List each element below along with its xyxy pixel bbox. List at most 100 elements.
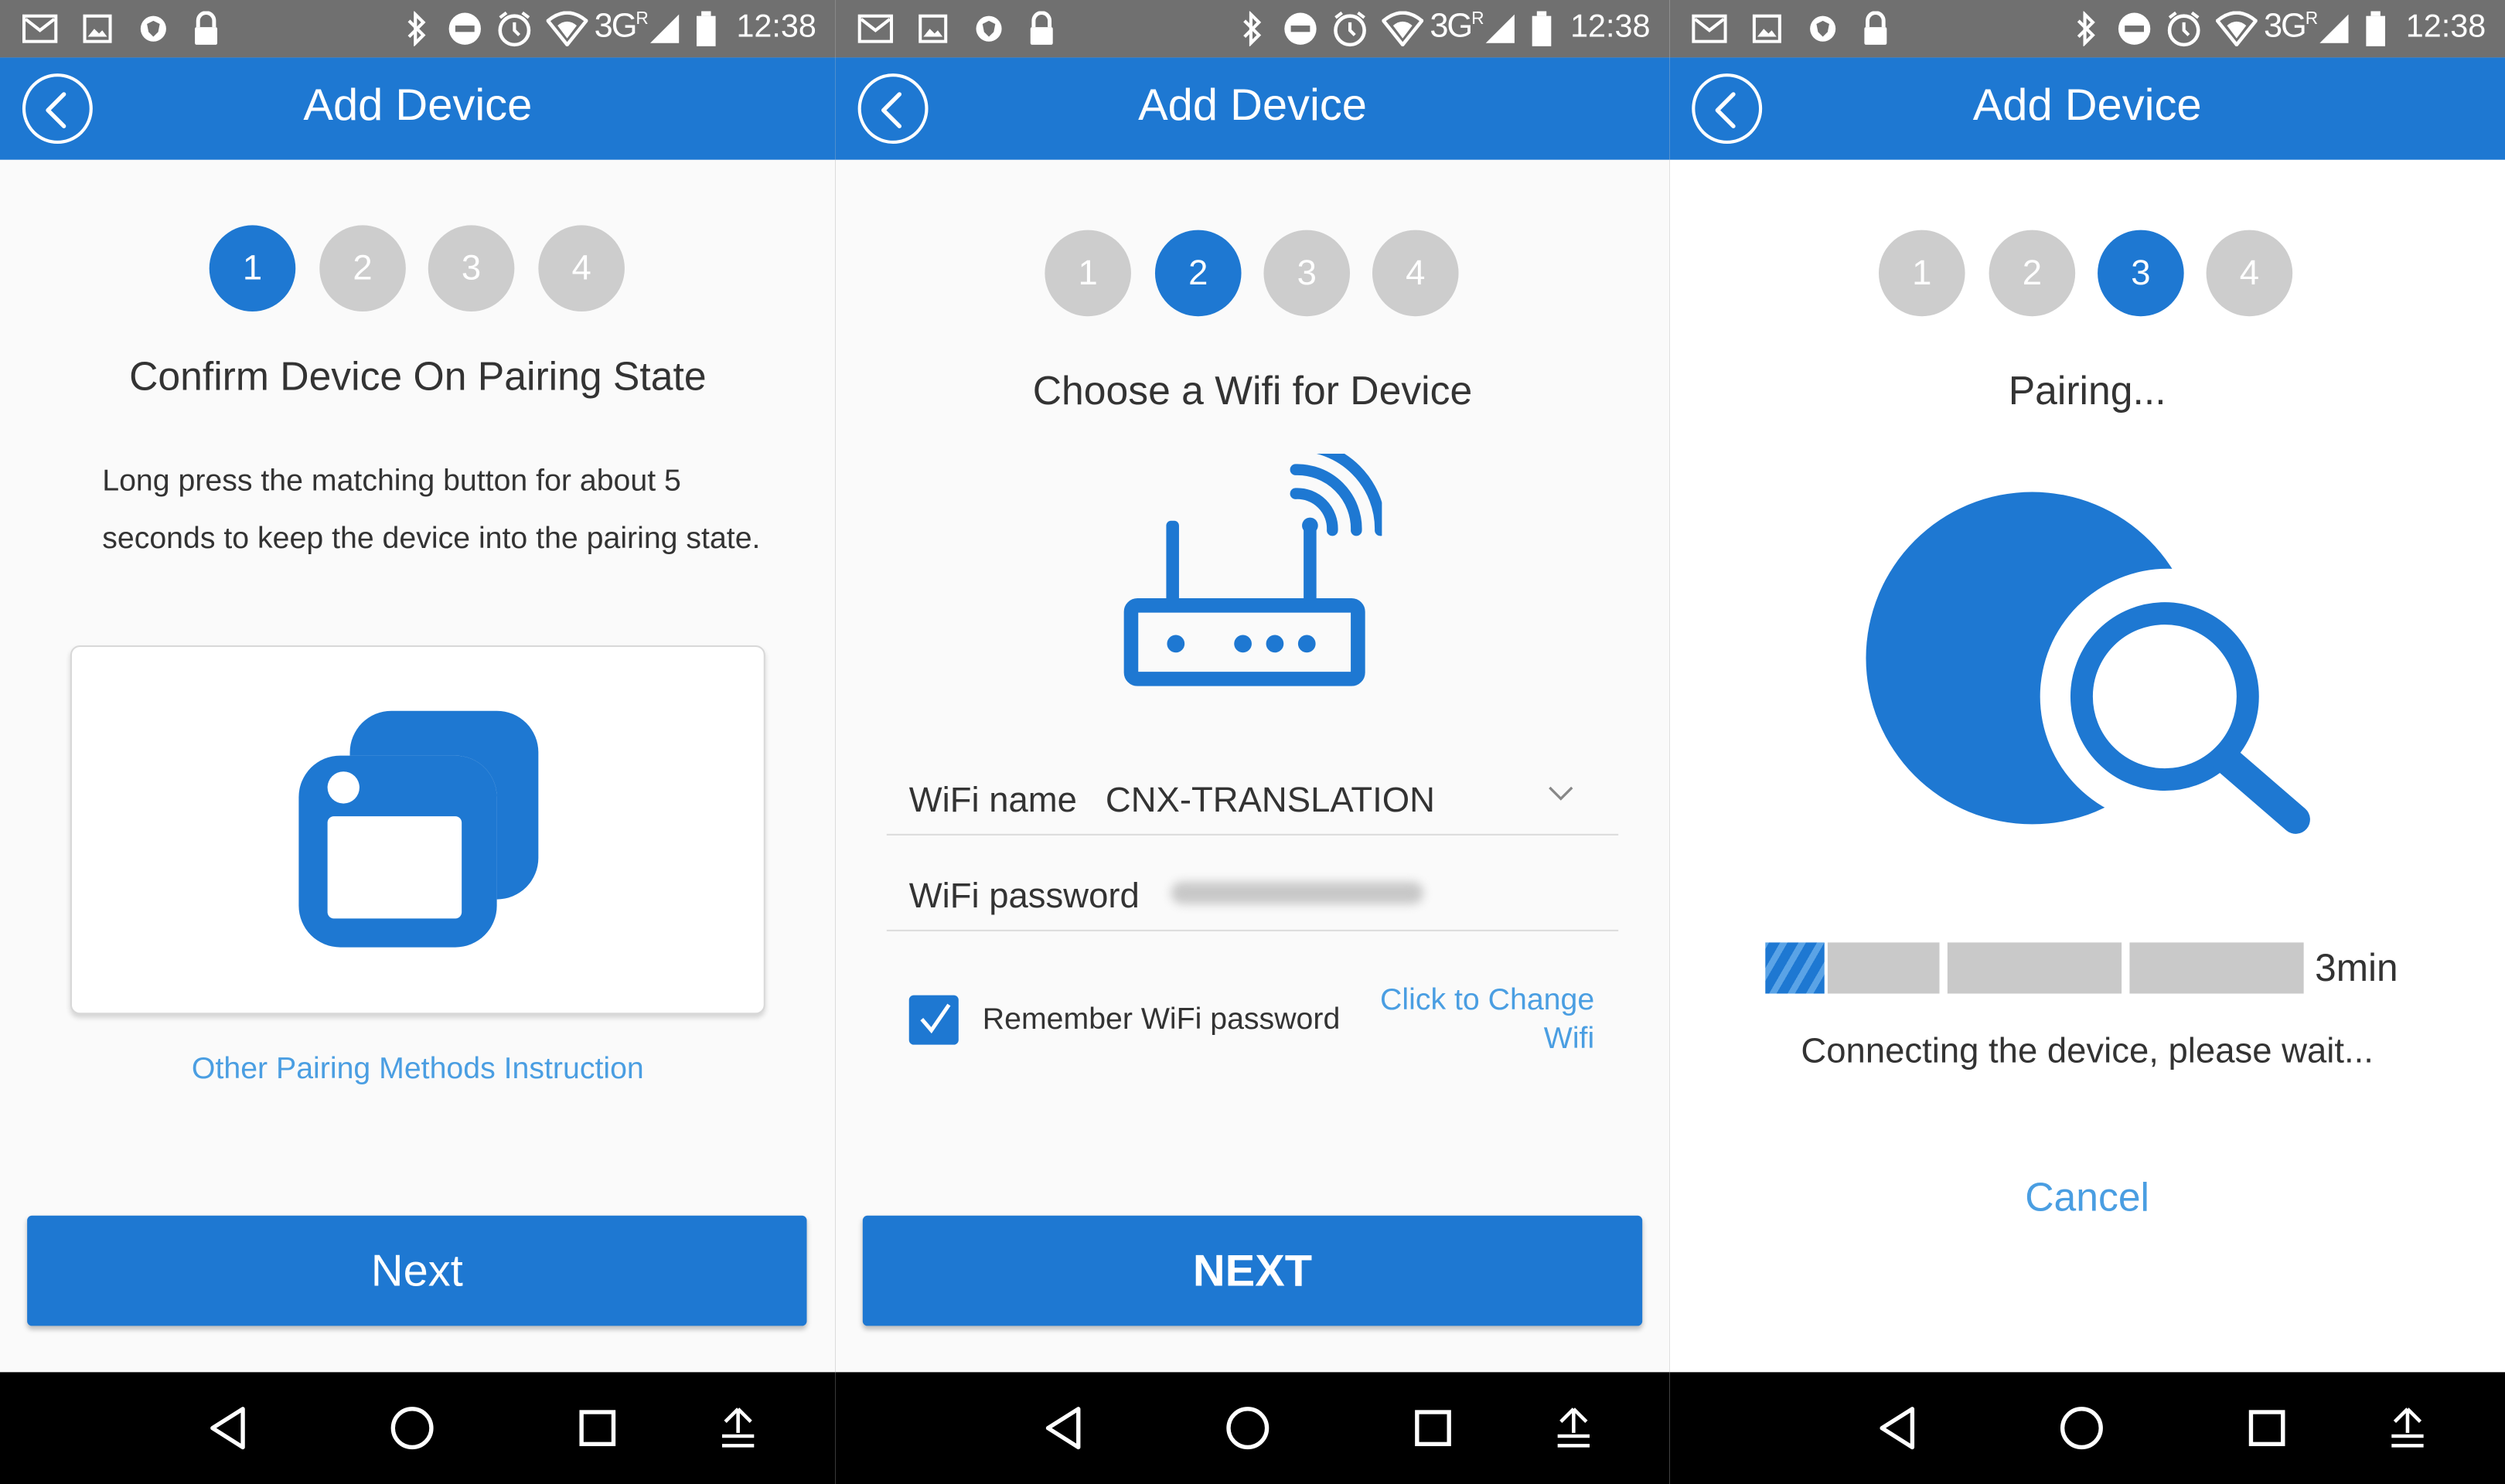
recents-nav-icon[interactable] (577, 1404, 619, 1452)
masked-password (1171, 881, 1424, 904)
signal-icon (649, 11, 680, 46)
screen-pairing: 3GR 12:38 Add Device 1 2 3 4 Pairing... (1669, 0, 2505, 1484)
bluetooth-icon (2075, 11, 2098, 46)
app-bar: Add Device (835, 57, 1670, 160)
back-nav-icon[interactable] (1043, 1404, 1085, 1452)
step-4: 4 (1372, 230, 1459, 317)
upload-nav-icon[interactable] (717, 1404, 759, 1452)
back-nav-icon[interactable] (1877, 1404, 1919, 1452)
cancel-button[interactable]: Cancel (1669, 1176, 2505, 1222)
battery-icon (2366, 11, 2386, 46)
chevron-down-icon[interactable] (1548, 786, 1573, 802)
other-pairing-methods-link[interactable]: Other Pairing Methods Instruction (0, 1053, 836, 1087)
status-bar: 3GR 12:38 (1669, 0, 2505, 58)
battery-icon (1532, 11, 1552, 46)
device-illustration-card (70, 645, 765, 1015)
step-3: 3 (2098, 230, 2184, 317)
router-icon (1123, 453, 1382, 686)
step-indicator: 1 2 3 4 (1669, 230, 2505, 320)
gallery-icon (918, 11, 948, 46)
change-wifi-link[interactable]: Click to Change Wifi (1339, 982, 1594, 1059)
step-2: 2 (1989, 230, 2076, 317)
back-nav-icon[interactable] (208, 1404, 250, 1452)
step-1: 1 (1045, 230, 1131, 317)
battery-icon (696, 11, 716, 46)
home-nav-icon[interactable] (2057, 1404, 2105, 1452)
device-app-icon (298, 710, 539, 948)
progress-fill (1765, 942, 1825, 994)
remember-password-checkbox[interactable] (908, 995, 959, 1045)
pairing-progress-bar (1765, 942, 2304, 994)
step-indicator: 1 2 3 4 (836, 230, 1670, 320)
progress-segment (2129, 942, 2304, 994)
step-heading: Choose a Wifi for Device (1032, 369, 1473, 414)
gmail-icon (1692, 11, 1727, 46)
wifi-password-label: WiFi password (908, 875, 1140, 916)
network-type: 3GR (594, 8, 649, 45)
gallery-icon (83, 11, 112, 46)
wifi-name-value: CNX-TRANSLATION (1105, 779, 1435, 820)
page-title: Add Device (1138, 80, 1367, 130)
lock-icon (1028, 11, 1056, 46)
wifi-password-field[interactable]: WiFi password (886, 859, 1619, 931)
clock: 12:38 (2405, 9, 2486, 45)
gmail-icon (857, 11, 894, 46)
step-3: 3 (1263, 230, 1351, 317)
step-1: 1 (1879, 230, 1965, 317)
alarm-icon (2165, 11, 2203, 47)
clock: 12:38 (736, 9, 816, 45)
check-icon (920, 1003, 951, 1034)
page-title: Add Device (303, 80, 533, 130)
screen-confirm-pairing: 3GR 12:38 Add Device 1 2 3 4 Confirm Dev… (0, 0, 836, 1484)
next-button[interactable]: Next (27, 1215, 807, 1326)
wifi-icon (546, 11, 588, 46)
page-title: Add Device (1972, 80, 2202, 130)
recents-nav-icon[interactable] (1413, 1404, 1454, 1452)
step-heading: Confirm Device On Pairing State (129, 354, 707, 400)
progress-segment (1827, 942, 1940, 994)
app-bar: Add Device (0, 57, 836, 160)
nav-bar (1669, 1372, 2505, 1484)
wifi-icon (1382, 11, 1424, 46)
step-4: 4 (538, 225, 625, 312)
alarm-icon (496, 11, 534, 47)
step-heading: Pairing... (2008, 369, 2166, 414)
step-indicator: 1 2 3 4 (0, 225, 836, 315)
step-1: 1 (209, 225, 296, 312)
home-nav-icon[interactable] (388, 1404, 436, 1452)
progress-segment (1947, 942, 2122, 994)
shield-icon (1808, 11, 1837, 46)
lock-icon (192, 11, 220, 46)
remaining-time: 3min (2315, 947, 2398, 991)
signal-icon (2318, 11, 2350, 46)
nav-bar (835, 1372, 1670, 1484)
search-device-icon (1866, 492, 2310, 834)
dnd-icon (1283, 11, 1317, 46)
next-button[interactable]: NEXT (862, 1215, 1643, 1326)
recents-nav-icon[interactable] (2246, 1404, 2288, 1452)
gallery-icon (1752, 11, 1781, 46)
step-2: 2 (319, 225, 406, 312)
status-bar: 3GR 12:38 (0, 0, 836, 58)
bluetooth-icon (406, 11, 428, 46)
connecting-status: Connecting the device, please wait... (1801, 1030, 2374, 1070)
wifi-icon (2215, 11, 2258, 46)
bluetooth-icon (1242, 11, 1264, 46)
app-bar: Add Device (1669, 57, 2505, 160)
home-nav-icon[interactable] (1224, 1404, 1272, 1452)
lock-icon (1861, 11, 1890, 46)
shield-icon (139, 11, 168, 46)
gmail-icon (22, 11, 58, 46)
clock: 12:38 (1570, 9, 1651, 45)
upload-nav-icon[interactable] (2387, 1404, 2428, 1452)
step-3: 3 (428, 225, 515, 312)
screen-choose-wifi: 3GR 12:38 Add Device 1 2 3 4 Choose a Wi… (835, 0, 1670, 1484)
signal-icon (1484, 11, 1516, 46)
upload-nav-icon[interactable] (1552, 1404, 1594, 1452)
network-type: 3GR (1430, 8, 1484, 45)
step-4: 4 (2206, 230, 2293, 317)
shield-icon (974, 11, 1003, 46)
status-bar: 3GR 12:38 (835, 0, 1670, 58)
wifi-name-field[interactable]: WiFi name CNX-TRANSLATION (886, 764, 1619, 836)
remember-password-label: Remember WiFi password (982, 1002, 1341, 1037)
